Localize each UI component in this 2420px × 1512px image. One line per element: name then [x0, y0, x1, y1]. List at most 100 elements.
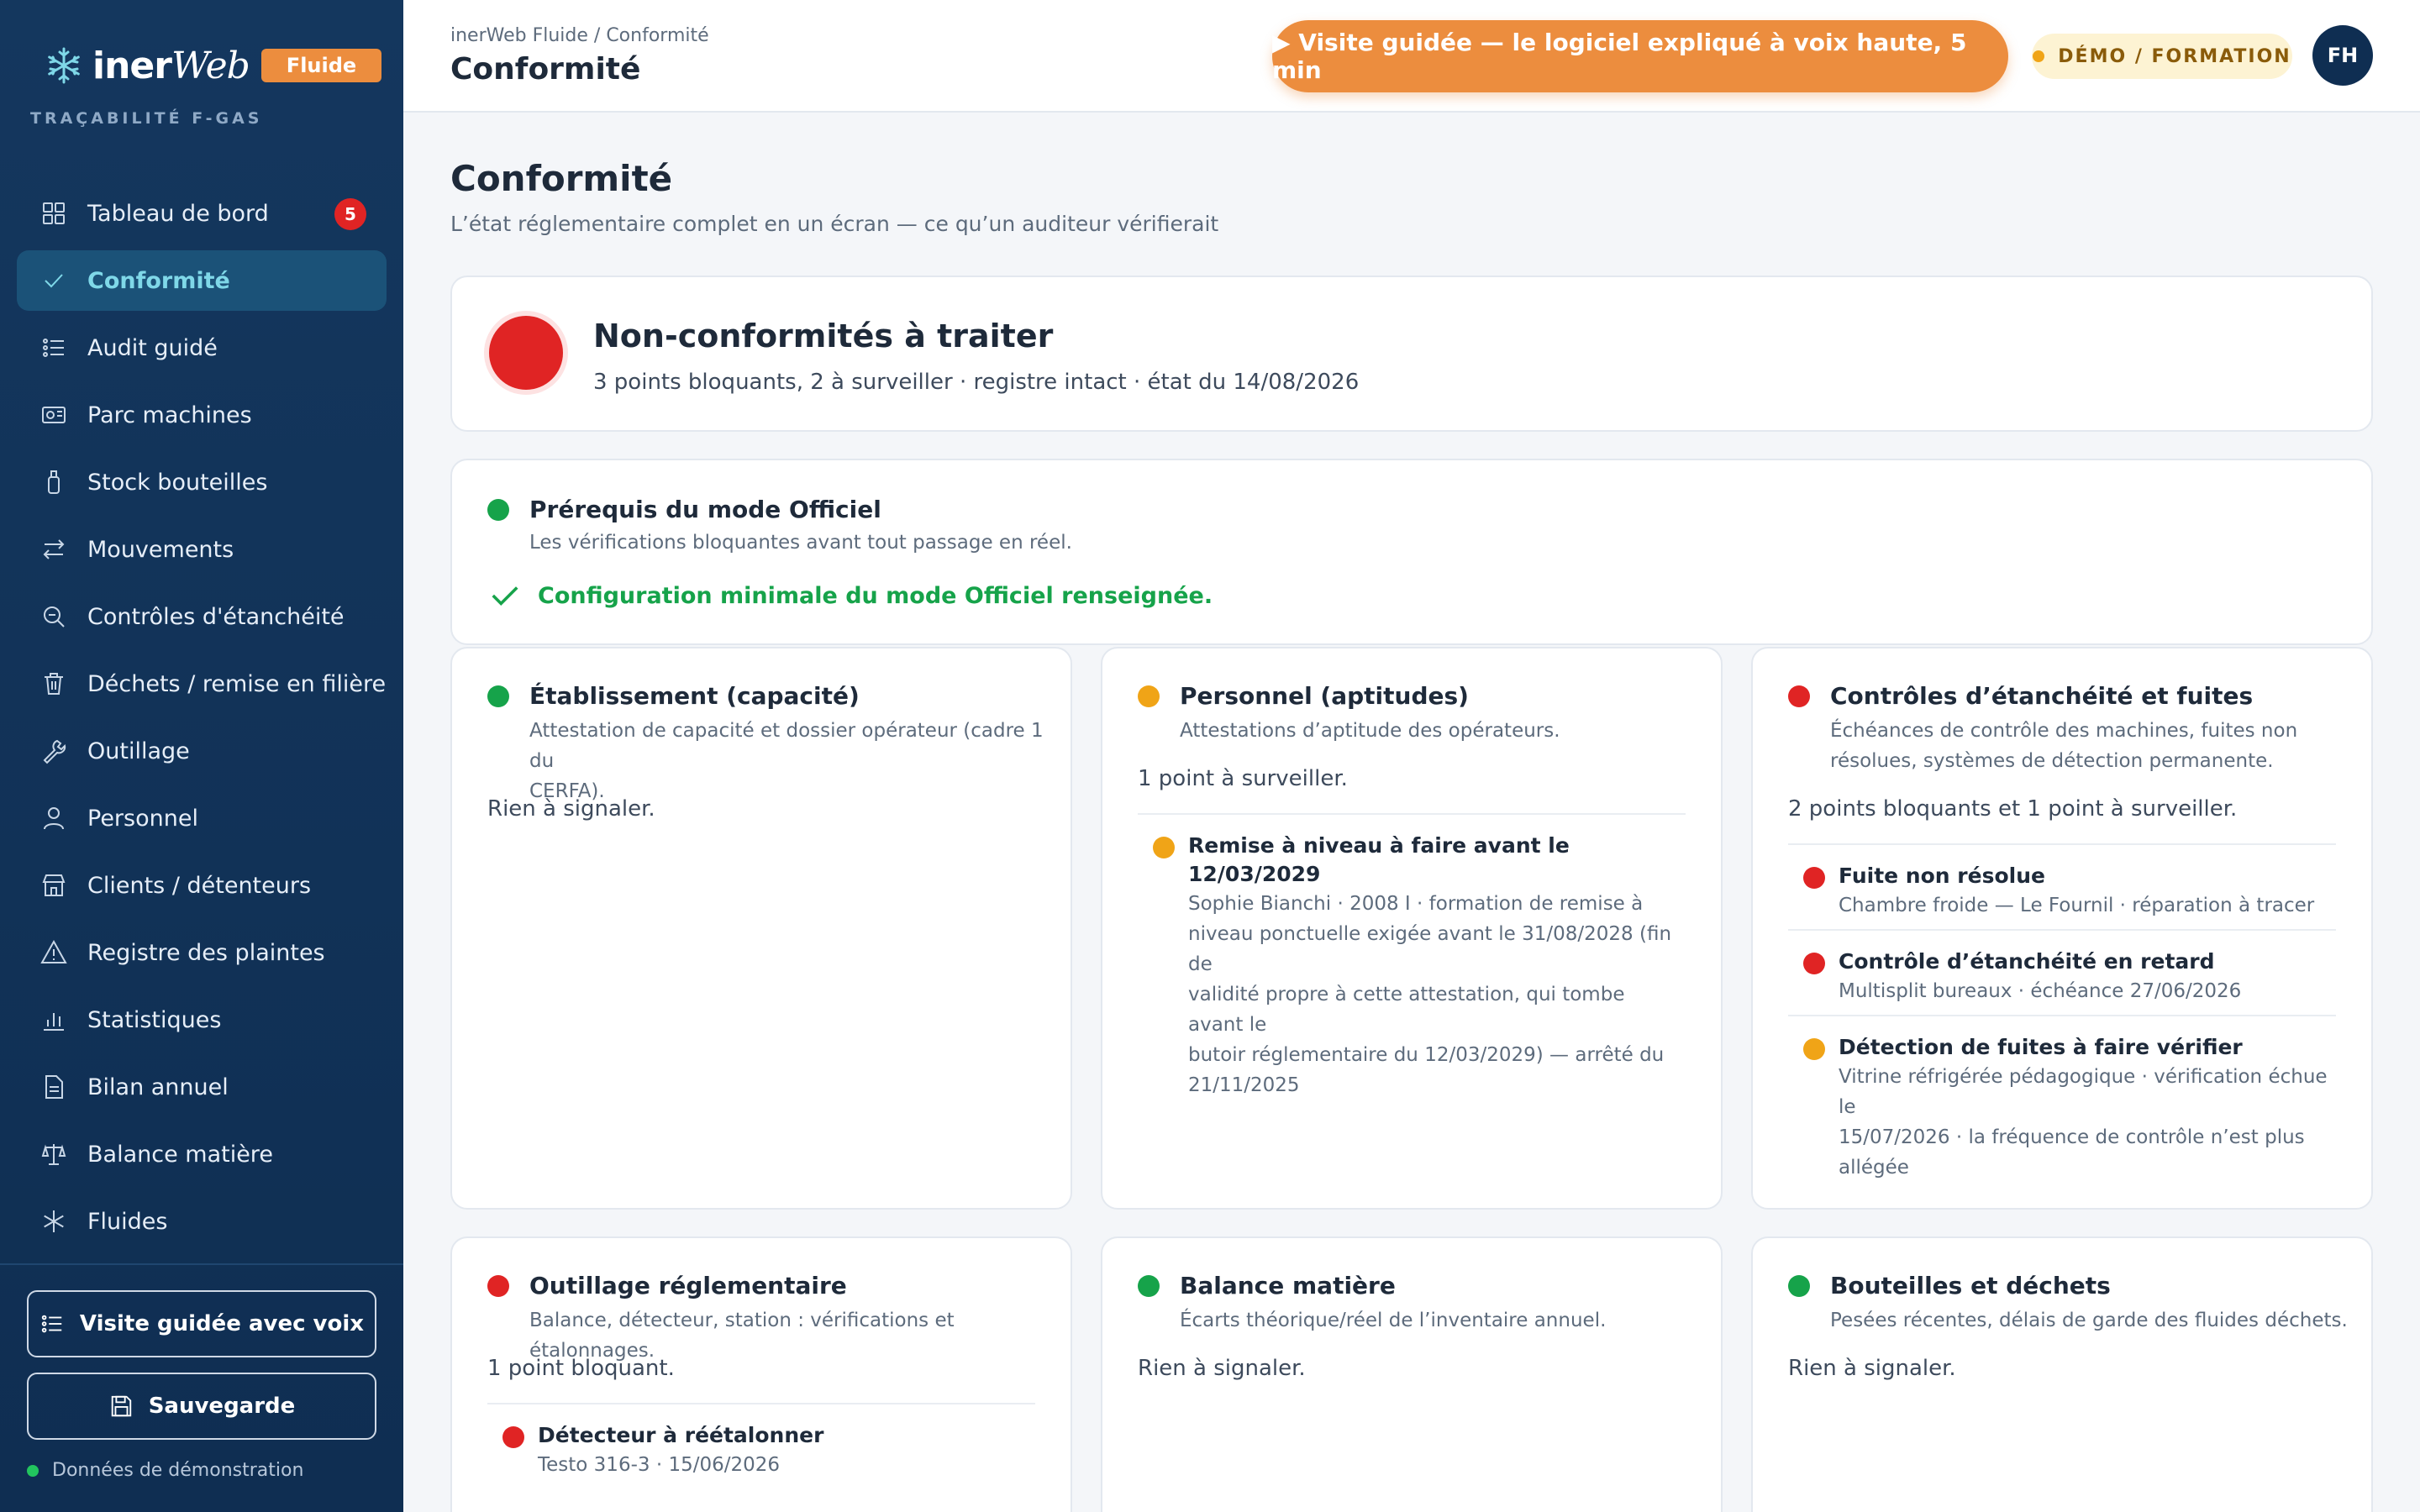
section-title: Outillage réglementaire [529, 1272, 847, 1299]
issue-description: Vitrine réfrigérée pédagogique · vérific… [1839, 1062, 2336, 1183]
description-line: niveau ponctuelle exigée avant le 31/08/… [1188, 923, 1672, 975]
brand-subtitle: TRAÇABILITÉ F-GAS [30, 109, 263, 128]
voice-tour-button[interactable]: ▶ Visite guidée — le logiciel expliqué à… [1272, 20, 2008, 92]
brand-tag: Fluide [260, 49, 382, 82]
floppy-icon [111, 1395, 131, 1417]
sidebar-item-stock-bouteilles[interactable]: Stock bouteilles [17, 452, 387, 512]
description-line: Testo 316-3 · 15/06/2026 [538, 1454, 781, 1476]
list-item[interactable]: Remise à niveau à faire avant le 12/03/2… [1138, 813, 1686, 1114]
sidebar-item-label: Clients / détenteurs [87, 872, 312, 899]
sidebar-item-fluides[interactable]: Fluides [17, 1191, 387, 1252]
guided-tour-button[interactable]: Visite guidée avec voix [27, 1290, 376, 1357]
sidebar-item-label: Outillage [87, 738, 190, 764]
description-line: 15/07/2026 · la fréquence de contrôle n’… [1839, 1126, 2305, 1148]
section-summary: 1 point à surveiller. [1138, 766, 1348, 791]
section-title: Balance matière [1180, 1272, 1396, 1299]
sidebar-item-personnel[interactable]: Personnel [17, 788, 387, 848]
sidebar-nav: Tableau de bord 5 Conformité Audit guidé… [17, 183, 387, 1258]
sidebar-item-label: Bilan annuel [87, 1074, 229, 1100]
sidebar-item-tableau-de-bord[interactable]: Tableau de bord 5 [17, 183, 387, 244]
section-title: Établissement (capacité) [529, 682, 860, 710]
issue-title: Détection de fuites à faire vérifier [1839, 1035, 2243, 1059]
page-title: Conformité [450, 158, 673, 199]
section-description: Écarts théorique/réel de l’inventaire an… [1180, 1305, 1606, 1336]
machine-icon [39, 400, 69, 430]
list-item[interactable]: Détecteur à réétalonner Testo 316-3 · 15… [487, 1403, 1035, 1494]
sidebar-item-statistiques[interactable]: Statistiques [17, 990, 387, 1050]
status-dot [1788, 1274, 1810, 1297]
section-header: Personnel (aptitudes) [1138, 682, 1469, 710]
sidebar-item-label: Tableau de bord [87, 200, 269, 227]
sidebar-item-label: Contrôles d'étanchéité [87, 603, 345, 630]
section-description: Pesées récentes, délais de garde des flu… [1830, 1305, 2348, 1336]
description-line: 21/11/2025 [1188, 1074, 1300, 1096]
sidebar-item-balance-matiere[interactable]: Balance matière [17, 1124, 387, 1184]
section-card-bouteilles: Bouteilles et déchets Pesées récentes, d… [1751, 1236, 2373, 1512]
breadcrumb[interactable]: inerWeb Fluide / Conformité [450, 25, 709, 46]
section-header: Contrôles d’étanchéité et fuites [1788, 682, 2253, 710]
status-title: Non-conformités à traiter [593, 318, 1054, 354]
sidebar-item-audit-guide[interactable]: Audit guidé [17, 318, 387, 378]
issue-list: Remise à niveau à faire avant le 12/03/2… [1138, 813, 1686, 1114]
list-item[interactable]: Contrôle d’étanchéité en retard Multispl… [1788, 929, 2336, 1015]
description-line: Écarts théorique/réel de l’inventaire an… [1180, 1310, 1607, 1331]
document-icon [39, 1072, 69, 1102]
sidebar-item-label: Stock bouteilles [87, 469, 268, 496]
demo-data-label: Données de démonstration [52, 1460, 304, 1481]
section-summary: 1 point bloquant. [487, 1356, 675, 1381]
section-header: Bouteilles et déchets [1788, 1272, 2111, 1299]
description-line: Vitrine réfrigérée pédagogique · vérific… [1839, 1066, 2328, 1118]
issue-description: Sophie Bianchi · 2008 I · formation de r… [1188, 889, 1686, 1100]
bottle-icon [39, 467, 69, 497]
sidebar-item-plaintes[interactable]: Registre des plaintes [17, 922, 387, 983]
sidebar-divider [0, 1263, 403, 1265]
grid-icon [39, 198, 69, 228]
sidebar-item-label: Fluides [87, 1208, 168, 1235]
sidebar-item-bilan-annuel[interactable]: Bilan annuel [17, 1057, 387, 1117]
section-title: Bouteilles et déchets [1830, 1272, 2111, 1299]
sidebar-item-clients[interactable]: Clients / détenteurs [17, 855, 387, 916]
notification-badge: 5 [334, 198, 366, 230]
section-summary: Rien à signaler. [487, 796, 655, 822]
section-card-etablissement: Établissement (capacité) Attestation de … [450, 647, 1072, 1210]
save-button[interactable]: Sauvegarde [27, 1373, 376, 1440]
sidebar-item-label: Audit guidé [87, 334, 218, 361]
section-summary: Rien à signaler. [1138, 1356, 1306, 1381]
check-icon [39, 265, 69, 296]
store-icon [39, 870, 69, 900]
prereq-ok-message: Configuration minimale du mode Officiel … [489, 580, 1213, 612]
trash-icon [39, 669, 69, 699]
demo-mode-label: DÉMO / FORMATION [2058, 45, 2291, 67]
description-line: Attestation de capacité et dossier opéra… [529, 720, 1044, 772]
issue-title: Fuite non résolue [1839, 864, 2045, 888]
sidebar-item-outillage[interactable]: Outillage [17, 721, 387, 781]
brand-logo[interactable]: inerWeb Fluide [44, 44, 382, 87]
status-dot [1803, 1038, 1825, 1060]
issue-description: Chambre froide — Le Fournil · réparation… [1839, 890, 2336, 921]
issue-title: Remise à niveau à faire avant le 12/03/2… [1188, 833, 1570, 886]
description-line: Attestations d’aptitude des opérateurs. [1180, 720, 1560, 742]
description-line: Sophie Bianchi · 2008 I · formation de r… [1188, 893, 1644, 915]
issue-list: Fuite non résolue Chambre froide — Le Fo… [1788, 843, 2336, 1196]
sidebar-item-controles[interactable]: Contrôles d'étanchéité [17, 586, 387, 647]
description-line: Pesées récentes, délais de garde des flu… [1830, 1310, 2348, 1331]
section-header: Établissement (capacité) [487, 682, 860, 710]
section-description: Attestations d’aptitude des opérateurs. [1180, 716, 1560, 746]
section-summary: Rien à signaler. [1788, 1356, 1956, 1381]
sidebar-item-parc-machines[interactable]: Parc machines [17, 385, 387, 445]
sidebar-item-label: Personnel [87, 805, 198, 832]
section-card-personnel: Personnel (aptitudes) Attestations d’apt… [1101, 647, 1723, 1210]
status-dot [487, 498, 509, 521]
sidebar-item-label: Statistiques [87, 1006, 222, 1033]
topbar: inerWeb Fluide / Conformité Conformité ▶… [403, 0, 2420, 113]
description-line: butoir réglementaire du 12/03/2029) — ar… [1188, 1044, 1665, 1066]
list-item[interactable]: Fuite non résolue Chambre froide — Le Fo… [1788, 843, 2336, 929]
sidebar-item-mouvements[interactable]: Mouvements [17, 519, 387, 580]
list-icon [41, 1315, 62, 1333]
sidebar-item-conformite[interactable]: Conformité [17, 250, 387, 311]
list-item[interactable]: Détection de fuites à faire vérifier Vit… [1788, 1015, 2336, 1196]
sidebar-item-dechets[interactable]: Déchets / remise en filière [17, 654, 387, 714]
avatar[interactable]: FH [2312, 25, 2373, 86]
section-card-outillage: Outillage réglementaire Balance, détecte… [450, 1236, 1072, 1512]
brand-name: inerWeb [92, 44, 250, 87]
